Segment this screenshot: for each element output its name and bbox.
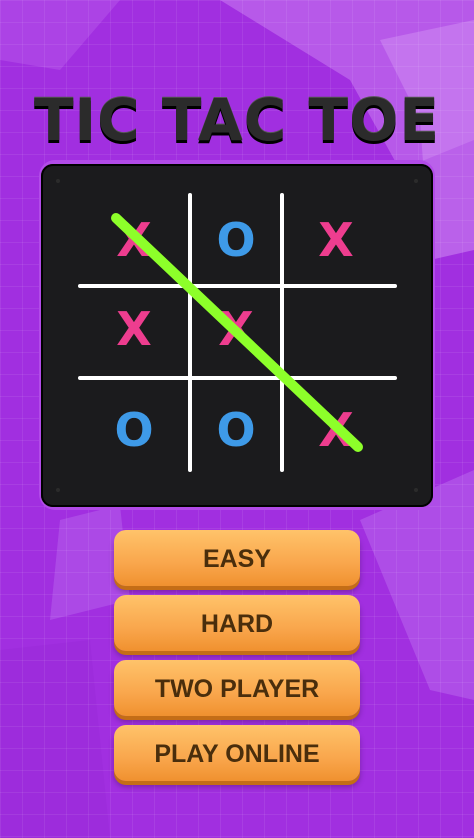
two-player-button[interactable]: TWO PLAYER (114, 660, 360, 716)
hard-button[interactable]: HARD (114, 595, 360, 651)
o-mark-r0c1[interactable]: O (216, 213, 255, 267)
easy-button-label: EASY (202, 544, 272, 573)
play-online-button[interactable]: PLAY ONLINE (114, 725, 360, 781)
two-player-button-label: TWO PLAYER (154, 674, 320, 703)
o-mark-r2c0[interactable]: O (114, 403, 153, 457)
main-menu: EASY HARD TWO PLAYER PLAY ONLINE (114, 530, 360, 790)
play-online-button-label: PLAY ONLINE (154, 739, 320, 768)
o-mark-r2c1[interactable]: O (216, 403, 255, 457)
x-mark-r0c2[interactable]: X (318, 213, 353, 267)
easy-button[interactable]: EASY (114, 530, 360, 586)
x-mark-r1c0[interactable]: X (116, 302, 151, 356)
hard-button-label: HARD (200, 609, 274, 638)
